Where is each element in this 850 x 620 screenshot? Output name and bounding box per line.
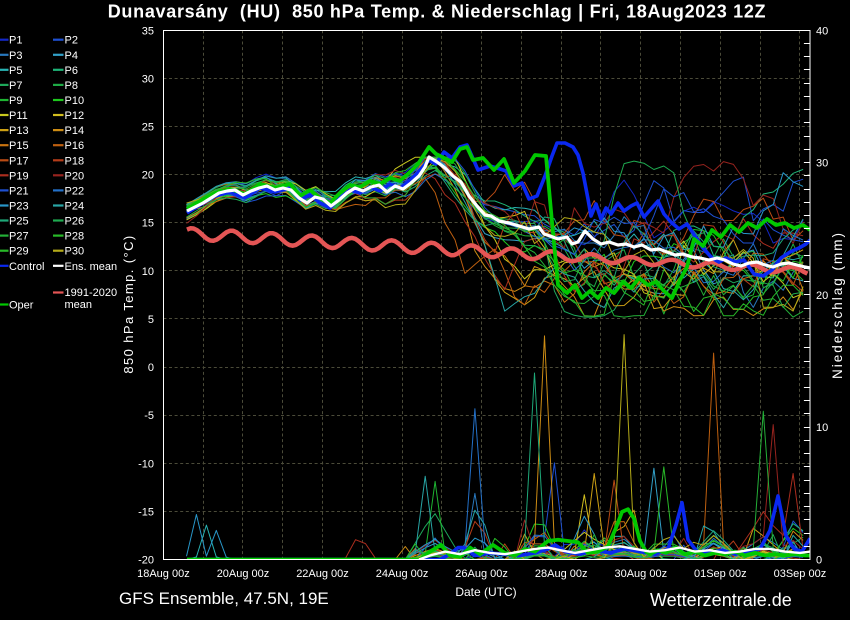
svg-text:P1: P1 xyxy=(9,35,22,47)
svg-text:Dunavarsány (HU) 850 hPa Tem: Dunavarsány (HU) 850 hPa Temp. & Nieders… xyxy=(108,2,767,22)
svg-text:30: 30 xyxy=(142,73,154,85)
svg-text:P24: P24 xyxy=(65,201,85,213)
svg-text:P9: P9 xyxy=(9,95,22,107)
svg-text:850 hPa Temp. (°C): 850 hPa Temp. (°C) xyxy=(121,234,136,373)
svg-text:40: 40 xyxy=(816,25,828,37)
svg-text:0: 0 xyxy=(816,555,822,567)
svg-text:P22: P22 xyxy=(65,185,85,197)
svg-text:P2: P2 xyxy=(65,35,78,47)
svg-text:mean: mean xyxy=(65,299,93,311)
svg-text:30: 30 xyxy=(816,158,828,170)
svg-text:1991-2020: 1991-2020 xyxy=(65,287,118,299)
svg-text:-5: -5 xyxy=(144,410,154,422)
svg-text:15: 15 xyxy=(142,218,154,230)
svg-text:P6: P6 xyxy=(65,65,78,77)
svg-text:P16: P16 xyxy=(65,140,85,152)
svg-text:01Sep 00z: 01Sep 00z xyxy=(694,568,747,580)
svg-text:P3: P3 xyxy=(9,50,22,62)
svg-text:P5: P5 xyxy=(9,65,22,77)
svg-text:20: 20 xyxy=(142,170,154,182)
svg-text:P27: P27 xyxy=(9,231,29,243)
svg-text:Wetterzentrale.de: Wetterzentrale.de xyxy=(650,590,792,610)
svg-text:22Aug 00z: 22Aug 00z xyxy=(296,568,349,580)
svg-text:18Aug 00z: 18Aug 00z xyxy=(137,568,190,580)
svg-text:P19: P19 xyxy=(9,170,29,182)
svg-text:P11: P11 xyxy=(9,110,28,122)
svg-text:P14: P14 xyxy=(65,125,85,137)
svg-text:-20: -20 xyxy=(138,555,154,567)
svg-text:24Aug 00z: 24Aug 00z xyxy=(376,568,429,580)
svg-text:Date (UTC): Date (UTC) xyxy=(455,585,516,599)
svg-text:P21: P21 xyxy=(9,185,29,197)
svg-text:P15: P15 xyxy=(9,140,29,152)
svg-text:P4: P4 xyxy=(65,50,78,62)
svg-text:03Sep 00z: 03Sep 00z xyxy=(774,568,827,580)
svg-text:P18: P18 xyxy=(65,155,85,167)
svg-text:Niederschlag (mm): Niederschlag (mm) xyxy=(830,231,845,379)
svg-text:P25: P25 xyxy=(9,216,29,228)
svg-text:20Aug 00z: 20Aug 00z xyxy=(217,568,270,580)
svg-text:-10: -10 xyxy=(138,458,154,470)
svg-text:GFS Ensemble, 47.5N, 19E: GFS Ensemble, 47.5N, 19E xyxy=(119,589,329,608)
svg-text:Control: Control xyxy=(9,261,44,273)
svg-text:0: 0 xyxy=(148,362,154,374)
svg-text:P26: P26 xyxy=(65,216,85,228)
svg-text:P12: P12 xyxy=(65,110,85,122)
svg-text:30Aug 00z: 30Aug 00z xyxy=(614,568,667,580)
svg-text:Ens. mean: Ens. mean xyxy=(65,261,118,273)
svg-text:25: 25 xyxy=(142,122,154,134)
svg-text:10: 10 xyxy=(142,266,154,278)
svg-text:35: 35 xyxy=(142,25,154,37)
svg-text:P23: P23 xyxy=(9,201,29,213)
svg-text:Oper: Oper xyxy=(9,300,34,312)
svg-text:P13: P13 xyxy=(9,125,29,137)
svg-text:P17: P17 xyxy=(9,155,29,167)
svg-text:P30: P30 xyxy=(65,246,85,258)
svg-text:28Aug 00z: 28Aug 00z xyxy=(535,568,588,580)
svg-text:26Aug 00z: 26Aug 00z xyxy=(455,568,508,580)
svg-text:P8: P8 xyxy=(65,80,78,92)
svg-text:10: 10 xyxy=(816,422,828,434)
svg-text:P7: P7 xyxy=(9,80,22,92)
svg-text:P28: P28 xyxy=(65,231,85,243)
svg-text:-15: -15 xyxy=(138,506,154,518)
svg-text:5: 5 xyxy=(148,314,154,326)
svg-text:20: 20 xyxy=(816,290,828,302)
svg-text:P10: P10 xyxy=(65,95,85,107)
svg-text:P29: P29 xyxy=(9,246,29,258)
svg-text:P20: P20 xyxy=(65,170,85,182)
